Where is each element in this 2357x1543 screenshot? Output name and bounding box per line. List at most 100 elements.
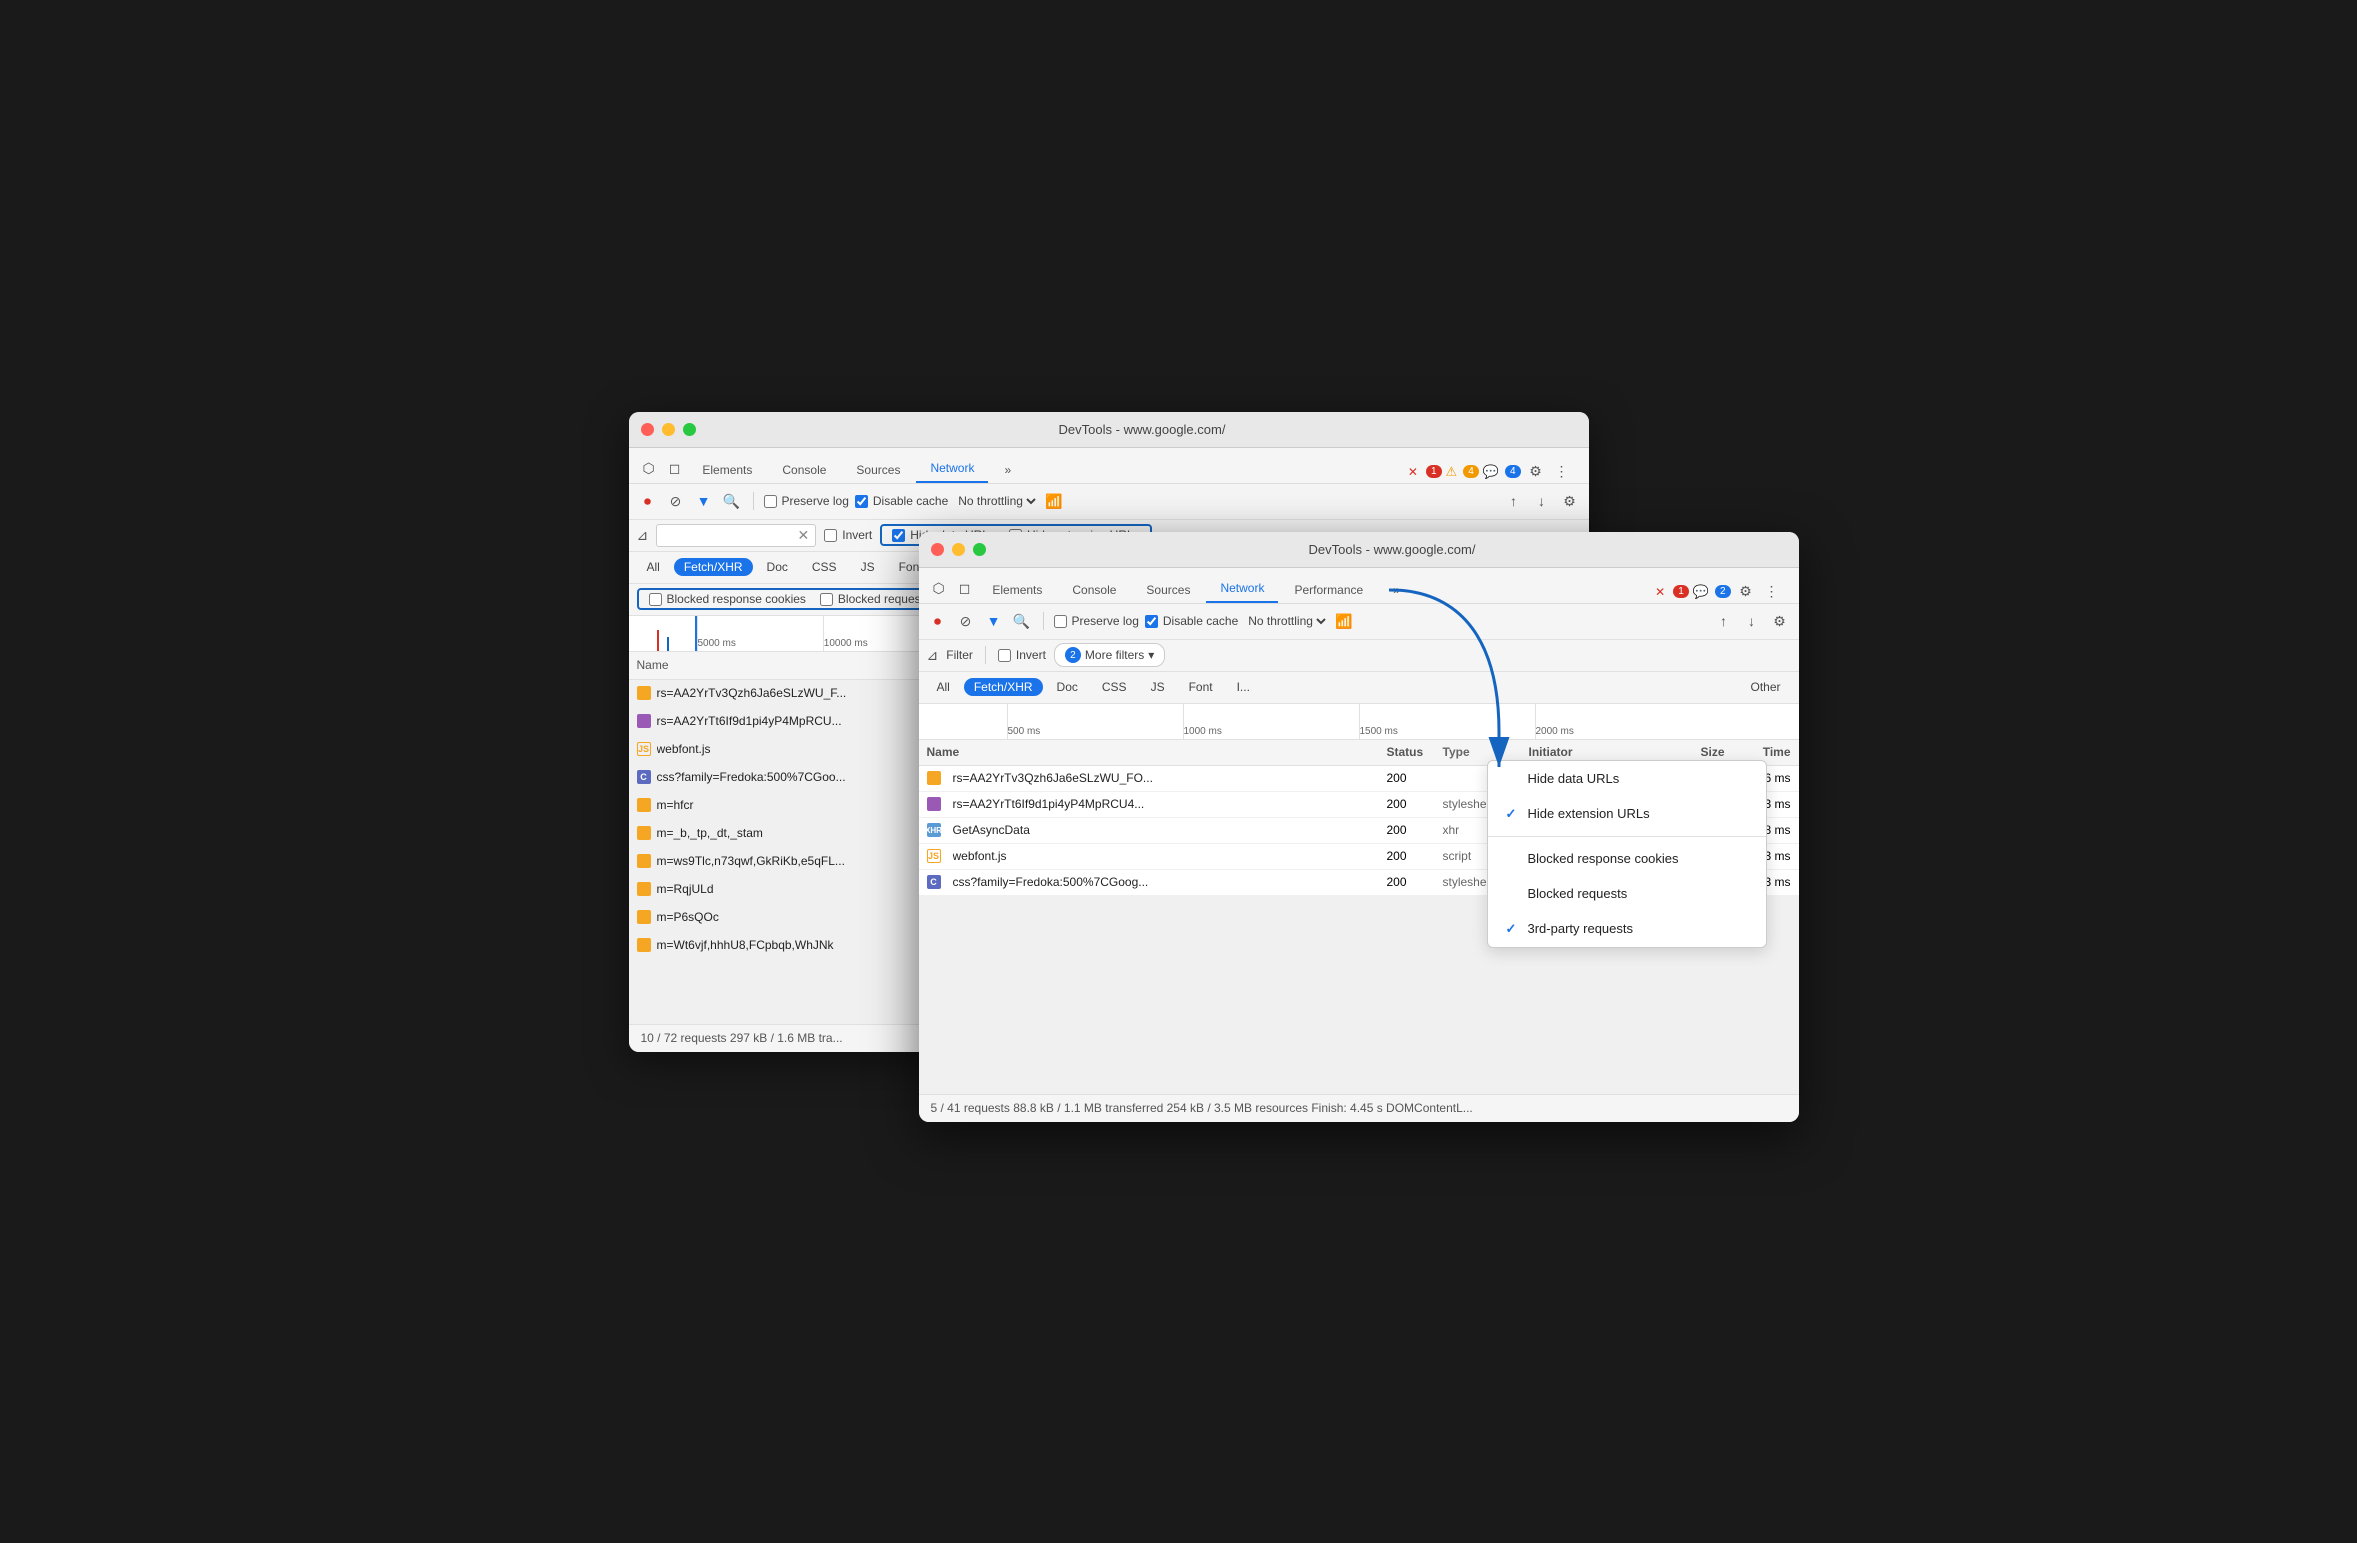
front-search-btn[interactable]: 🔍 <box>1011 610 1033 632</box>
back-search-btn[interactable]: 🔍 <box>721 490 743 512</box>
front-type-all[interactable]: All <box>927 678 960 696</box>
back-preserve-log-label[interactable]: Preserve log <box>764 494 849 508</box>
front-type-fetch-xhr[interactable]: Fetch/XHR <box>964 678 1043 696</box>
back-tab-more[interactable]: » <box>990 457 1025 483</box>
dropdown-check-hide-data-urls <box>1506 771 1520 786</box>
front-tab-console[interactable]: Console <box>1058 577 1130 603</box>
front-settings-btn[interactable]: ⚙ <box>1735 581 1757 603</box>
back-min-btn[interactable] <box>662 423 675 436</box>
front-filter-btn[interactable]: ▼ <box>983 610 1005 632</box>
back-close-btn[interactable] <box>641 423 654 436</box>
front-tab-performance[interactable]: Performance <box>1280 577 1377 603</box>
front-record-btn[interactable]: ⏺ <box>927 610 949 632</box>
back-req-icon-8 <box>637 910 651 924</box>
dropdown-item-hide-ext-urls[interactable]: ✓ Hide extension URLs <box>1488 796 1766 832</box>
front-type-img-partial[interactable]: I... <box>1227 678 1260 696</box>
front-error-badge: 1 <box>1673 585 1689 598</box>
front-disable-cache-label[interactable]: Disable cache <box>1145 614 1238 628</box>
back-download-btn[interactable]: ↓ <box>1531 490 1553 512</box>
dropdown-item-blocked-resp-cookies[interactable]: Blocked response cookies <box>1488 841 1766 876</box>
back-invert-label[interactable]: Invert <box>824 528 872 542</box>
back-type-doc[interactable]: Doc <box>757 558 798 576</box>
back-type-all[interactable]: All <box>637 558 670 576</box>
back-upload-btn[interactable]: ↑ <box>1503 490 1525 512</box>
dropdown-item-hide-data-urls[interactable]: Hide data URLs <box>1488 761 1766 796</box>
back-type-js[interactable]: JS <box>851 558 885 576</box>
front-settings2-btn[interactable]: ⚙ <box>1769 610 1791 632</box>
front-type-js[interactable]: JS <box>1141 678 1175 696</box>
back-blocked-requests-checkbox[interactable] <box>820 593 833 606</box>
front-window-title: DevTools - www.google.com/ <box>998 542 1787 557</box>
dropdown-item-blocked-requests[interactable]: Blocked requests <box>1488 876 1766 911</box>
front-download-btn[interactable]: ↓ <box>1741 610 1763 632</box>
front-tab-elements[interactable]: Elements <box>978 577 1056 603</box>
front-upload-btn[interactable]: ↑ <box>1713 610 1735 632</box>
front-type-doc[interactable]: Doc <box>1047 678 1088 696</box>
back-req-name-6: m=ws9Tlc,n73qwf,GkRiKb,e5qFL... <box>657 854 897 868</box>
back-tab-elements[interactable]: Elements <box>688 457 766 483</box>
front-min-btn[interactable] <box>952 543 965 556</box>
back-tab-console[interactable]: Console <box>768 457 840 483</box>
back-filter-input-wrapper[interactable]: ✕ <box>656 524 816 547</box>
back-status-text: 10 / 72 requests 297 kB / 1.6 MB tra... <box>641 1031 843 1045</box>
front-max-btn[interactable] <box>973 543 986 556</box>
dropdown-item-third-party[interactable]: ✓ 3rd-party requests <box>1488 911 1766 947</box>
front-tab-elements-icon[interactable]: ◻ <box>953 574 977 603</box>
back-type-css[interactable]: CSS <box>802 558 847 576</box>
front-invert-label[interactable]: Invert <box>998 648 1046 662</box>
back-disable-cache-checkbox[interactable] <box>855 495 868 508</box>
back-more-btn[interactable]: ⋮ <box>1551 461 1573 483</box>
front-throttling-select[interactable]: No throttling <box>1244 613 1329 629</box>
back-tab-elements-icon[interactable]: ◻ <box>663 454 687 483</box>
back-filter-btn[interactable]: ▼ <box>693 490 715 512</box>
front-tab-more[interactable]: » <box>1379 577 1414 603</box>
back-error-icon: ✕ <box>1408 465 1418 479</box>
front-tab-bar: ⬡ ◻ Elements Console Sources Network Per… <box>919 568 1799 604</box>
front-tick-1500: 1500 ms <box>1359 704 1535 739</box>
back-blocked-resp-cookies-label[interactable]: Blocked response cookies <box>649 592 806 606</box>
front-type-font[interactable]: Font <box>1179 678 1223 696</box>
back-blocked-resp-cookies-checkbox[interactable] <box>649 593 662 606</box>
back-settings2-btn[interactable]: ⚙ <box>1559 490 1581 512</box>
back-filter-clear-btn[interactable]: ✕ <box>798 527 810 544</box>
back-filter-input[interactable] <box>663 528 793 542</box>
back-invert-checkbox[interactable] <box>824 529 837 542</box>
front-clear-btn[interactable]: ⊘ <box>955 610 977 632</box>
front-more-btn[interactable]: ⋮ <box>1761 581 1783 603</box>
back-hide-data-urls-checkbox[interactable] <box>892 529 905 542</box>
back-clear-btn[interactable]: ⊘ <box>665 490 687 512</box>
dropdown-label-hide-ext-urls: Hide extension URLs <box>1528 806 1650 821</box>
back-throttle-icon: 📶 <box>1045 493 1062 510</box>
front-type-other[interactable]: Other <box>1740 678 1790 696</box>
back-type-fetch-xhr[interactable]: Fetch/XHR <box>674 558 753 576</box>
back-settings-btn[interactable]: ⚙ <box>1525 461 1547 483</box>
back-tab-cursor-icon[interactable]: ⬡ <box>637 454 661 483</box>
back-record-btn[interactable]: ⏺ <box>637 490 659 512</box>
back-toolbar-divider <box>753 492 754 510</box>
back-tab-network[interactable]: Network <box>916 455 988 483</box>
front-col-type-header: Type <box>1443 745 1523 759</box>
front-disable-cache-checkbox[interactable] <box>1145 615 1158 628</box>
back-throttling-select[interactable]: No throttling <box>954 493 1039 509</box>
back-req-name-0: rs=AA2YrTv3Qzh6Ja6eSLzWU_F... <box>657 686 897 700</box>
back-req-icon-4 <box>637 798 651 812</box>
front-close-btn[interactable] <box>931 543 944 556</box>
front-more-filters-btn[interactable]: 2 More filters ▾ <box>1054 643 1165 667</box>
back-preserve-log-checkbox[interactable] <box>764 495 777 508</box>
front-tab-network[interactable]: Network <box>1206 575 1278 603</box>
back-req-icon-5 <box>637 826 651 840</box>
back-max-btn[interactable] <box>683 423 696 436</box>
front-req-icon-4: C <box>927 875 941 889</box>
front-tab-sources[interactable]: Sources <box>1132 577 1204 603</box>
back-disable-cache-label[interactable]: Disable cache <box>855 494 948 508</box>
dropdown-check-hide-ext-urls: ✓ <box>1506 806 1520 822</box>
front-preserve-log-label[interactable]: Preserve log <box>1054 614 1139 628</box>
front-type-css[interactable]: CSS <box>1092 678 1137 696</box>
front-invert-checkbox[interactable] <box>998 649 1011 662</box>
front-preserve-log-checkbox[interactable] <box>1054 615 1067 628</box>
back-tab-sources[interactable]: Sources <box>842 457 914 483</box>
back-info-badge: 4 <box>1505 465 1521 478</box>
front-toolbar: ⏺ ⊘ ▼ 🔍 Preserve log Disable cache No th… <box>919 604 1799 640</box>
back-blocked-requests-label[interactable]: Blocked requests <box>820 592 930 606</box>
front-tab-cursor-icon[interactable]: ⬡ <box>927 574 951 603</box>
